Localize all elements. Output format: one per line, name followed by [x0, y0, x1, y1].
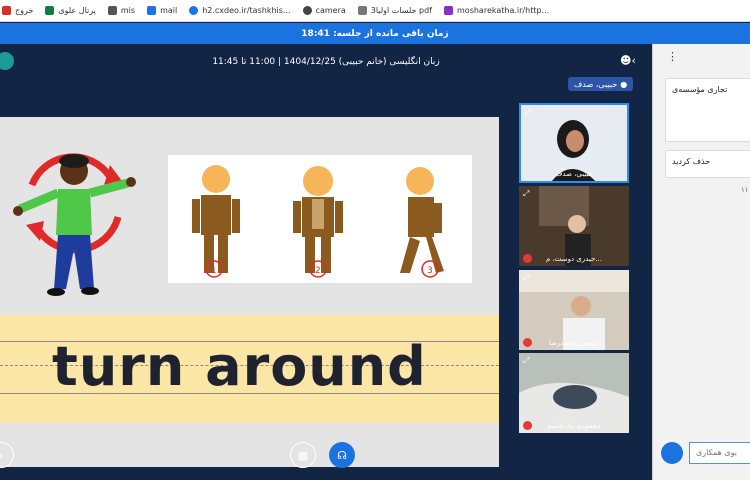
participant-name: حیدری دوست، م...: [546, 255, 602, 263]
bookmark-icon: [107, 6, 117, 15]
more-options-icon[interactable]: ⋮: [667, 50, 678, 63]
turning-steps-panel: 1 2 3: [168, 155, 472, 283]
meeting-title: زبان انگلیسی (خانم حبیبی) 1404/12/25 | 1…: [212, 57, 440, 67]
presentation-slide: 1 2 3 turn around: [0, 117, 499, 467]
slide-word: turn around: [52, 335, 427, 398]
bookmark-exit[interactable]: خروج: [2, 6, 33, 15]
bookmark-icon: [45, 6, 55, 15]
bookmarks-bar: خروج پرتال علوی mis mail h2.cxdeo.ir/tas…: [0, 0, 750, 22]
participant-video: [519, 270, 629, 350]
send-button[interactable]: [661, 442, 683, 464]
remaining-time-bar: زمان باقی مانده از جلسه: 18:41: [0, 23, 750, 44]
chat-panel: ⋮ تجاری مؤسسه‌ی حذف کردید ۱۱ بوی همکاری: [652, 44, 750, 480]
bookmark-mosharekatha[interactable]: mosharekatha.ir/http...: [444, 6, 549, 15]
bookmark-cxdeo[interactable]: h2.cxdeo.ir/tashkhis...: [189, 6, 291, 15]
speaker-badge: حبیبی، صدف ●: [568, 77, 634, 91]
chat-message-2: حذف کردید: [665, 150, 750, 178]
message-time: ۱۱: [741, 186, 749, 194]
speaker-name: حبیبی، صدف: [574, 79, 618, 89]
turning-boy-illustration: [13, 153, 136, 296]
user-icon[interactable]: ☻‹: [620, 54, 636, 67]
mail-icon: [147, 6, 157, 15]
bookmark-pdf[interactable]: جلسات اولیا3 pdf: [357, 6, 432, 15]
bookmark-portal[interactable]: پرتال علوی: [45, 6, 96, 15]
microphone-icon: ●: [620, 79, 628, 89]
bookmark-icon: [2, 6, 11, 15]
expand-icon[interactable]: ⤢: [523, 273, 529, 283]
expand-icon[interactable]: ⤢: [525, 108, 531, 118]
chat-input[interactable]: بوی همکاری: [689, 442, 750, 464]
headphones-button[interactable]: ☊: [329, 442, 355, 468]
participant-video: [519, 186, 629, 266]
participant-name: محمودی نیا، قاسم: [547, 422, 601, 430]
document-icon: [357, 6, 367, 15]
video-tile-3[interactable]: ⤢ عیسی، محمدرضا: [519, 270, 629, 350]
camera-icon: [302, 6, 312, 15]
expand-icon[interactable]: ⤢: [523, 189, 529, 199]
video-tile-2[interactable]: ⤢ حیدری دوست، م...: [519, 186, 629, 266]
bookmark-mis[interactable]: mis: [107, 6, 135, 15]
step-label-3: 3: [427, 266, 433, 276]
bookmark-camera[interactable]: camera: [302, 6, 346, 15]
turning-figures: 1 2 3: [192, 165, 444, 278]
camera-off-button[interactable]: ▩: [290, 442, 316, 468]
bookmark-mail[interactable]: mail: [147, 6, 177, 15]
participant-name: عیسی، محمدرضا: [548, 339, 600, 347]
meeting-area: زبان انگلیسی (خانم حبیبی) 1404/12/25 | 1…: [0, 44, 652, 480]
globe-icon: [189, 6, 199, 15]
step-label-2: 2: [315, 266, 321, 276]
participant-video: [519, 353, 629, 433]
video-tile-4[interactable]: ⤢ محمودی نیا، قاسم: [519, 353, 629, 433]
participant-name: حبیبی، صدف: [555, 170, 593, 178]
step-label-1: 1: [211, 266, 217, 276]
expand-icon[interactable]: ⤢: [523, 356, 529, 366]
app-root: خروج پرتال علوی mis mail h2.cxdeo.ir/tas…: [0, 0, 750, 480]
bookmark-icon: [444, 6, 453, 15]
chat-message-1: تجاری مؤسسه‌ی: [665, 78, 750, 142]
video-tile-1[interactable]: ⤢ حبیبی، صدف: [519, 103, 629, 183]
